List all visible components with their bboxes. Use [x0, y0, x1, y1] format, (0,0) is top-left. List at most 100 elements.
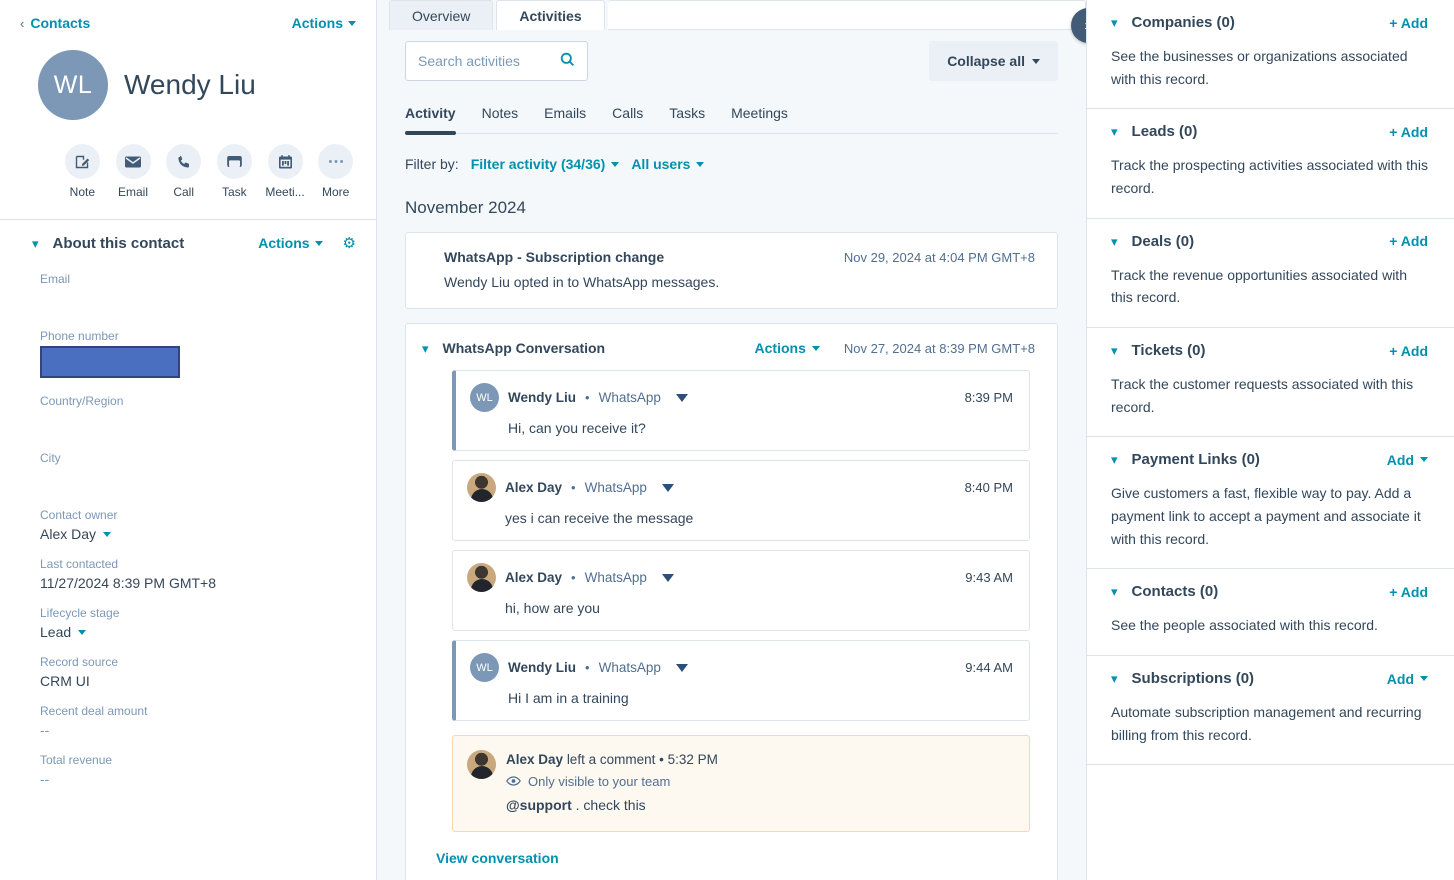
- tab-emails[interactable]: Emails: [544, 105, 586, 133]
- association-title: Subscriptions (0): [1131, 670, 1255, 688]
- message-item[interactable]: WL Wendy Liu • WhatsApp 9:44 AM Hi I am …: [452, 640, 1030, 721]
- property-value: [40, 468, 356, 494]
- property-label: City: [40, 451, 61, 465]
- add-payment-link-button[interactable]: Add: [1387, 452, 1428, 468]
- tab-meetings[interactable]: Meetings: [731, 105, 788, 133]
- separator-dot: •: [659, 752, 664, 767]
- about-section-header: ▾ About this contact Actions ⚙: [0, 220, 376, 262]
- comment-mention[interactable]: @support: [506, 797, 572, 813]
- separator-dot: •: [571, 570, 576, 585]
- chevron-down-icon: [696, 161, 705, 167]
- property-city[interactable]: City: [40, 451, 356, 494]
- add-subscription-button[interactable]: Add: [1387, 671, 1428, 687]
- property-value: CRM UI: [40, 673, 90, 689]
- quick-action-note[interactable]: Note: [62, 144, 103, 199]
- activity-card-subscription-change[interactable]: WhatsApp - Subscription change Nov 29, 2…: [405, 232, 1058, 309]
- quick-action-label: Call: [173, 185, 195, 199]
- chevron-down-icon: [314, 240, 323, 246]
- chevron-down-icon[interactable]: ▾: [1111, 125, 1118, 138]
- property-total-revenue[interactable]: Total revenue --: [40, 753, 356, 788]
- property-email[interactable]: Email: [40, 272, 356, 315]
- message-channel: WhatsApp: [584, 480, 647, 495]
- activities-toolbar: Search activities Collapse all: [405, 41, 1058, 81]
- gear-icon[interactable]: ⚙: [343, 234, 356, 252]
- quick-action-email[interactable]: Email: [113, 144, 154, 199]
- breadcrumb-contacts[interactable]: ‹ Contacts: [20, 15, 90, 31]
- crm-contact-record-page: ‹ Contacts Actions WL Wendy Liu Note Ema…: [0, 0, 1454, 880]
- quick-action-label: Meeti...: [265, 185, 305, 199]
- tab-notes[interactable]: Notes: [482, 105, 519, 133]
- message-time: 9:44 AM: [965, 660, 1013, 675]
- conversation-title: WhatsApp Conversation: [442, 340, 606, 356]
- chevron-down-icon[interactable]: ▾: [1111, 16, 1118, 29]
- message-item[interactable]: Alex Day • WhatsApp 8:40 PM yes i can re…: [452, 460, 1030, 541]
- message-item[interactable]: WL Wendy Liu • WhatsApp 8:39 PM Hi, can …: [452, 370, 1030, 451]
- contact-actions-label: Actions: [291, 15, 343, 31]
- tab-tasks[interactable]: Tasks: [669, 105, 705, 133]
- property-value: [40, 411, 356, 437]
- chevron-down-icon[interactable]: ▾: [32, 237, 39, 250]
- search-activities-input[interactable]: Search activities: [405, 41, 588, 81]
- chevron-down-icon[interactable]: [661, 573, 674, 582]
- chevron-down-icon[interactable]: ▾: [422, 342, 429, 355]
- tab-activity[interactable]: Activity: [405, 105, 456, 135]
- conversation-actions-button[interactable]: Actions: [755, 340, 820, 356]
- view-conversation-link[interactable]: View conversation: [406, 832, 1057, 880]
- property-record-source[interactable]: Record source CRM UI: [40, 655, 356, 690]
- add-ticket-button[interactable]: + Add: [1389, 343, 1428, 359]
- chevron-down-icon[interactable]: ▾: [1111, 344, 1118, 357]
- tab-overview[interactable]: Overview: [389, 0, 494, 30]
- chevron-down-icon[interactable]: ▾: [1111, 235, 1118, 248]
- tab-activities[interactable]: Activities: [496, 0, 605, 30]
- association-panel-payment-links: ▾ Payment Links (0) Add Give customers a…: [1087, 437, 1454, 570]
- quick-action-meeting[interactable]: Meeti...: [265, 144, 306, 199]
- quick-action-more[interactable]: More: [315, 144, 356, 199]
- timeline-month-heading: November 2024: [405, 198, 526, 217]
- message-item[interactable]: Alex Day • WhatsApp 9:43 AM hi, how are …: [452, 550, 1030, 631]
- chevron-down-icon[interactable]: ▾: [1111, 585, 1118, 598]
- association-description: See the businesses or organizations asso…: [1111, 48, 1408, 87]
- property-last-contacted[interactable]: Last contacted 11/27/2024 8:39 PM GMT+8: [40, 557, 356, 592]
- property-country-region[interactable]: Country/Region: [40, 394, 356, 437]
- property-contact-owner[interactable]: Contact owner Alex Day: [40, 508, 356, 543]
- tabs-filler: [607, 0, 1086, 30]
- chevron-down-icon[interactable]: [661, 483, 674, 492]
- quick-action-task[interactable]: Task: [214, 144, 255, 199]
- property-recent-deal-amount[interactable]: Recent deal amount --: [40, 704, 356, 739]
- chevron-down-icon[interactable]: ▾: [1111, 453, 1118, 466]
- property-lifecycle-stage[interactable]: Lifecycle stage Lead: [40, 606, 356, 641]
- association-description: Track the customer requests associated w…: [1111, 376, 1414, 415]
- chevron-down-icon[interactable]: ▾: [1111, 672, 1118, 685]
- add-contact-button[interactable]: + Add: [1389, 584, 1428, 600]
- about-actions-button[interactable]: Actions: [258, 235, 323, 251]
- chevron-down-icon[interactable]: [103, 531, 112, 537]
- tab-calls[interactable]: Calls: [612, 105, 643, 133]
- property-value: [40, 289, 356, 315]
- chevron-down-icon[interactable]: [675, 393, 688, 402]
- add-deal-button[interactable]: + Add: [1389, 233, 1428, 249]
- search-icon[interactable]: [560, 52, 575, 71]
- collapse-all-button[interactable]: Collapse all: [929, 41, 1058, 81]
- chevron-down-icon[interactable]: [675, 663, 688, 672]
- contact-actions-button[interactable]: Actions: [292, 15, 356, 31]
- message-text: hi, how are you: [505, 600, 600, 616]
- association-title: Leads (0): [1131, 123, 1198, 141]
- internal-comment[interactable]: Alex Day left a comment • 5:32 PM Only v…: [452, 735, 1030, 832]
- quick-action-label: Email: [118, 185, 149, 199]
- avatar: [467, 750, 496, 779]
- quick-action-label: Note: [69, 185, 96, 199]
- add-lead-button[interactable]: + Add: [1389, 124, 1428, 140]
- ellipsis-icon: [318, 144, 354, 179]
- filter-users-dropdown[interactable]: All users: [631, 156, 705, 172]
- add-company-button[interactable]: + Add: [1389, 15, 1428, 31]
- conversation-actions-label: Actions: [754, 340, 806, 356]
- quick-action-call[interactable]: Call: [163, 144, 204, 199]
- property-phone-number[interactable]: Phone number: [40, 329, 356, 378]
- filter-activity-dropdown[interactable]: Filter activity (34/36): [471, 156, 620, 172]
- chevron-down-icon[interactable]: [78, 629, 87, 635]
- comment-author: Alex Day: [506, 752, 564, 767]
- separator-dot: •: [585, 390, 590, 405]
- comment-header: Alex Day left a comment • 5:32 PM: [506, 752, 1013, 767]
- contact-identity: WL Wendy Liu: [20, 50, 356, 120]
- add-label: + Add: [1389, 233, 1428, 250]
